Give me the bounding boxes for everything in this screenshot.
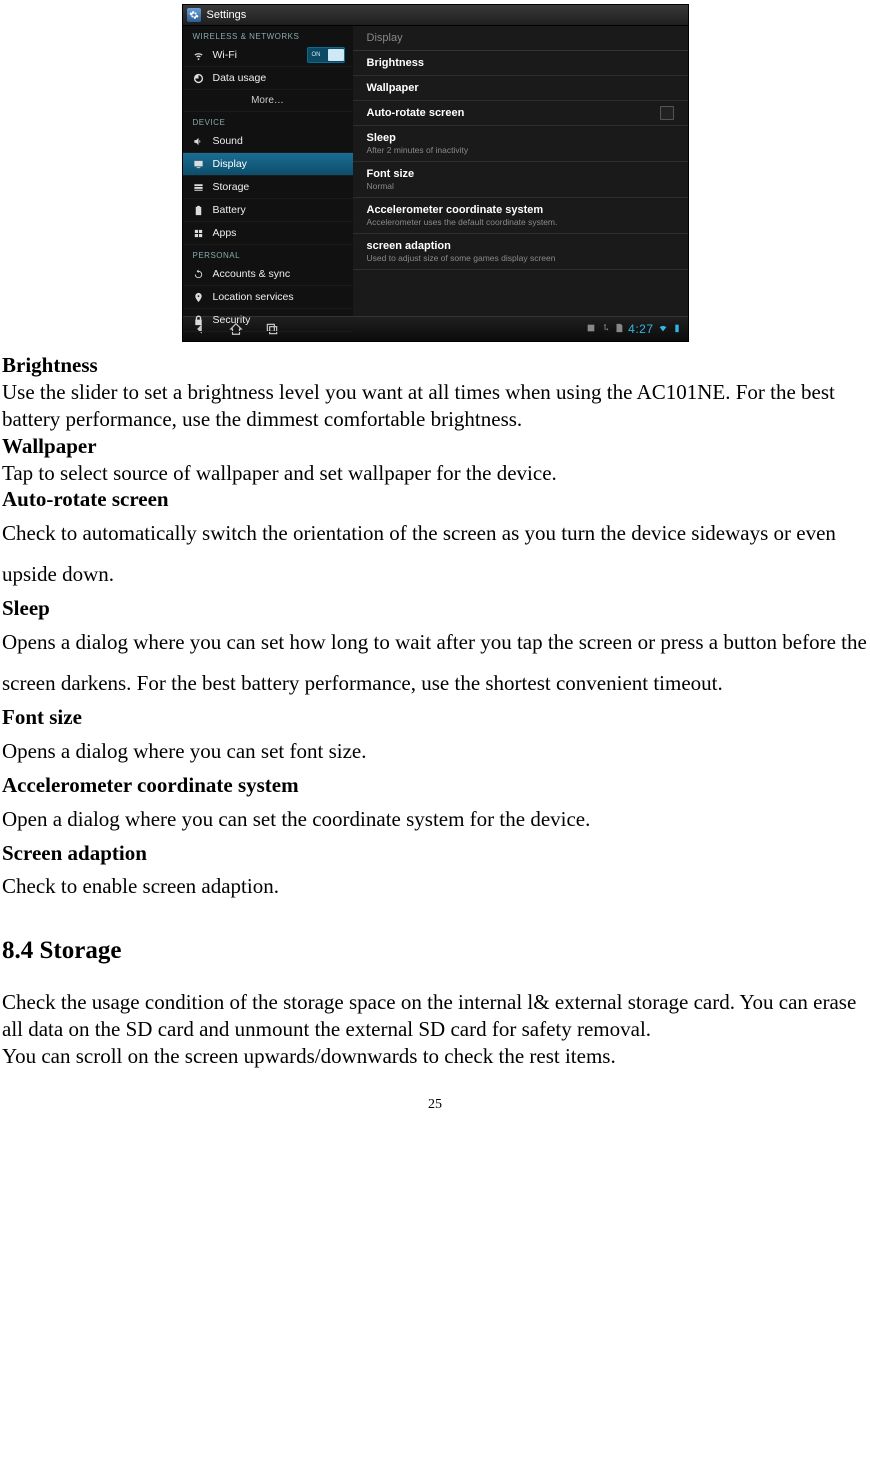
sidebar-label: Display — [213, 158, 247, 170]
settings-detail-pane: Display Brightness Wallpaper Auto-rotate… — [353, 26, 688, 316]
wifi-toggle[interactable]: ON — [307, 47, 345, 63]
detail-wallpaper[interactable]: Wallpaper — [353, 76, 688, 101]
sidebar-label: Accounts & sync — [213, 268, 291, 280]
sidebar-item-battery[interactable]: Battery — [183, 199, 353, 222]
para-storage-2: You can scroll on the screen upwards/dow… — [2, 1043, 868, 1070]
heading-autorotate: Auto-rotate screen — [2, 486, 868, 513]
data-usage-icon — [193, 73, 205, 84]
heading-brightness: Brightness — [2, 352, 868, 379]
detail-title: screen adaption — [367, 240, 674, 252]
detail-title: Auto-rotate screen — [367, 107, 674, 119]
para-accelerometer: Open a dialog where you can set the coor… — [2, 799, 868, 840]
heading-wallpaper: Wallpaper — [2, 433, 868, 460]
sidebar-item-storage[interactable]: Storage — [183, 176, 353, 199]
para-sleep: Opens a dialog where you can set how lon… — [2, 622, 868, 704]
detail-title: Sleep — [367, 132, 674, 144]
detail-title: Font size — [367, 168, 674, 180]
battery-icon — [193, 205, 205, 216]
settings-app-icon — [187, 8, 201, 22]
sound-icon — [193, 136, 205, 147]
detail-subtitle: After 2 minutes of inactivity — [367, 145, 674, 155]
sidebar-label: Location services — [213, 291, 294, 303]
wifi-icon — [193, 50, 205, 61]
storage-icon — [193, 182, 205, 193]
detail-accelerometer[interactable]: Accelerometer coordinate system Accelero… — [353, 198, 688, 234]
sidebar-label: Security — [213, 314, 251, 326]
detail-autorotate[interactable]: Auto-rotate screen — [353, 101, 688, 126]
detail-brightness[interactable]: Brightness — [353, 51, 688, 76]
page-number: 25 — [2, 1096, 868, 1114]
section-heading-storage: 8.4 Storage — [2, 935, 868, 967]
heading-fontsize: Font size — [2, 704, 868, 731]
sync-icon — [193, 269, 205, 280]
sidebar-label: Battery — [213, 204, 246, 216]
lock-icon — [193, 315, 205, 326]
settings-screenshot: Settings WIRELESS & NETWORKS Wi-Fi ON — [0, 4, 870, 342]
para-fontsize: Opens a dialog where you can set font si… — [2, 731, 868, 772]
sidebar-item-more[interactable]: More… — [183, 90, 353, 112]
sd-icon — [614, 323, 624, 336]
detail-subtitle: Normal — [367, 181, 674, 191]
window-title: Settings — [207, 9, 247, 21]
para-storage-1: Check the usage condition of the storage… — [2, 989, 868, 1043]
para-wallpaper: Tap to select source of wallpaper and se… — [2, 460, 868, 487]
sidebar-label: Data usage — [213, 72, 267, 84]
sidebar-label: Storage — [213, 181, 250, 193]
detail-title: Brightness — [367, 57, 674, 69]
section-device: DEVICE — [183, 112, 353, 130]
sidebar-label: More… — [251, 95, 284, 106]
display-icon — [193, 159, 205, 170]
sidebar-item-accounts[interactable]: Accounts & sync — [183, 263, 353, 286]
heading-sleep: Sleep — [2, 595, 868, 622]
section-wireless: WIRELESS & NETWORKS — [183, 26, 353, 44]
heading-screen-adaption: Screen adaption — [2, 840, 868, 867]
sidebar-item-apps[interactable]: Apps — [183, 222, 353, 245]
status-icon — [586, 323, 596, 336]
section-personal: PERSONAL — [183, 245, 353, 263]
sidebar-label: Apps — [213, 227, 237, 239]
para-autorotate: Check to automatically switch the orient… — [2, 513, 868, 595]
location-icon — [193, 292, 205, 303]
detail-title: Accelerometer coordinate system — [367, 204, 674, 216]
detail-screen-adaption[interactable]: screen adaption Used to adjust size of s… — [353, 234, 688, 270]
wifi-status-icon — [658, 323, 668, 336]
status-clock: 4:27 — [628, 322, 653, 336]
battery-status-icon — [672, 323, 682, 336]
sidebar-item-wifi[interactable]: Wi-Fi ON — [183, 44, 353, 67]
settings-sidebar: WIRELESS & NETWORKS Wi-Fi ON Data usage — [183, 26, 353, 316]
apps-icon — [193, 228, 205, 239]
detail-fontsize[interactable]: Font size Normal — [353, 162, 688, 198]
heading-accelerometer: Accelerometer coordinate system — [2, 772, 868, 799]
checkbox[interactable] — [660, 106, 674, 120]
sidebar-item-display[interactable]: Display — [183, 153, 353, 176]
detail-sleep[interactable]: Sleep After 2 minutes of inactivity — [353, 126, 688, 162]
detail-subtitle: Used to adjust size of some games displa… — [367, 253, 674, 263]
window-titlebar: Settings — [183, 5, 688, 26]
sidebar-item-location[interactable]: Location services — [183, 286, 353, 309]
sidebar-label: Wi-Fi — [213, 49, 238, 61]
para-brightness: Use the slider to set a brightness level… — [2, 379, 868, 433]
detail-title: Wallpaper — [367, 82, 674, 94]
para-screen-adaption: Check to enable screen adaption. — [2, 866, 868, 907]
sidebar-item-data-usage[interactable]: Data usage — [183, 67, 353, 90]
detail-header: Display — [353, 26, 688, 51]
sidebar-item-security[interactable]: Security — [183, 309, 353, 332]
usb-icon — [600, 323, 610, 336]
sidebar-item-sound[interactable]: Sound — [183, 130, 353, 153]
sidebar-label: Sound — [213, 135, 243, 147]
detail-subtitle: Accelerometer uses the default coordinat… — [367, 217, 674, 227]
